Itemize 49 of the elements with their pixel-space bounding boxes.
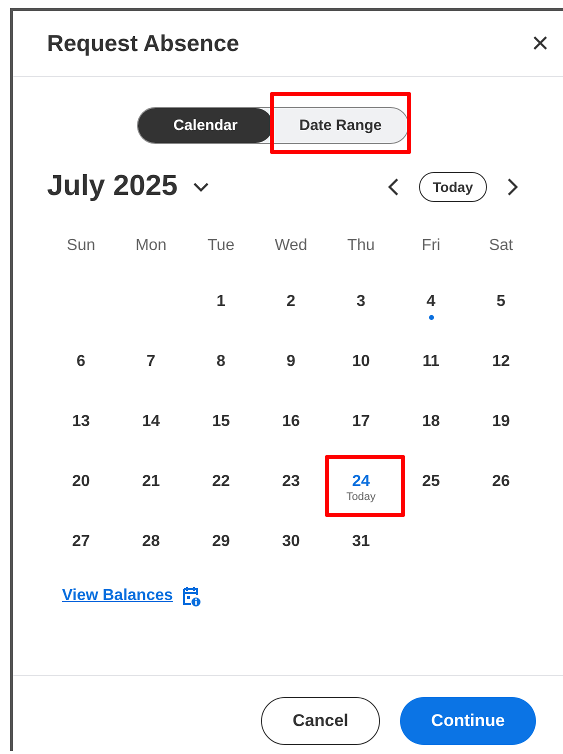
calendar-day[interactable]: 16 (282, 413, 300, 431)
calendar-day[interactable]: 18 (422, 413, 440, 431)
calendar-day[interactable]: 4 (426, 293, 436, 311)
calendar-day[interactable]: 28 (142, 533, 160, 551)
calendar-day[interactable]: 31 (352, 533, 370, 551)
weekday-label: Tue (206, 236, 236, 256)
weekday-label: Fri (420, 236, 442, 256)
close-button[interactable]: × (531, 28, 549, 58)
calendar-day[interactable]: 25 (422, 473, 440, 491)
calendar-day[interactable]: 6 (76, 353, 86, 371)
calendar-day[interactable]: 15 (212, 413, 230, 431)
calendar-day[interactable]: 24 (352, 473, 370, 491)
calendar-day[interactable]: 27 (72, 533, 90, 551)
today-label: Today (346, 491, 376, 503)
calendar-day[interactable]: 29 (212, 533, 230, 551)
calendar-day[interactable]: 1 (216, 293, 226, 311)
calendar-day[interactable]: 9 (286, 353, 296, 371)
calendar-day[interactable]: 7 (146, 353, 156, 371)
dialog-title: Request Absence (47, 30, 240, 57)
calendar-day[interactable]: 22 (212, 473, 230, 491)
calendar-day[interactable]: 21 (142, 473, 160, 491)
calendar-day[interactable]: 3 (356, 293, 366, 311)
continue-button[interactable]: Continue (400, 697, 536, 745)
today-button[interactable]: Today (418, 172, 487, 202)
calendar-day[interactable]: 5 (496, 293, 506, 311)
calendar-day[interactable]: 20 (72, 473, 90, 491)
calendar-day[interactable]: 12 (492, 353, 510, 371)
view-tab[interactable]: Date Range (273, 108, 408, 143)
month-label: July 2025 (47, 170, 178, 203)
calendar-day[interactable]: 17 (352, 413, 370, 431)
calendar-day[interactable]: 11 (422, 353, 440, 371)
calendar-day[interactable]: 26 (492, 473, 510, 491)
calendar-day[interactable]: 10 (352, 353, 370, 371)
calendar-day[interactable]: 14 (142, 413, 160, 431)
weekday-label: Wed (274, 236, 308, 256)
view-balances-link[interactable]: View Balances (62, 587, 173, 605)
calendar-day[interactable]: 8 (216, 353, 226, 371)
weekday-label: Sat (488, 236, 514, 256)
calendar-day[interactable]: 13 (72, 413, 90, 431)
calendar-day[interactable]: 2 (286, 293, 296, 311)
cancel-button[interactable]: Cancel (261, 697, 380, 745)
calendar-info-icon[interactable] (180, 585, 201, 607)
weekday-label: Thu (346, 236, 376, 256)
weekday-label: Mon (134, 236, 168, 256)
calendar-day[interactable]: 30 (282, 533, 300, 551)
view-tab[interactable]: Calendar (138, 108, 273, 143)
calendar-day[interactable]: 19 (492, 413, 510, 431)
weekday-label: Sun (66, 236, 96, 256)
calendar-day[interactable]: 23 (282, 473, 300, 491)
